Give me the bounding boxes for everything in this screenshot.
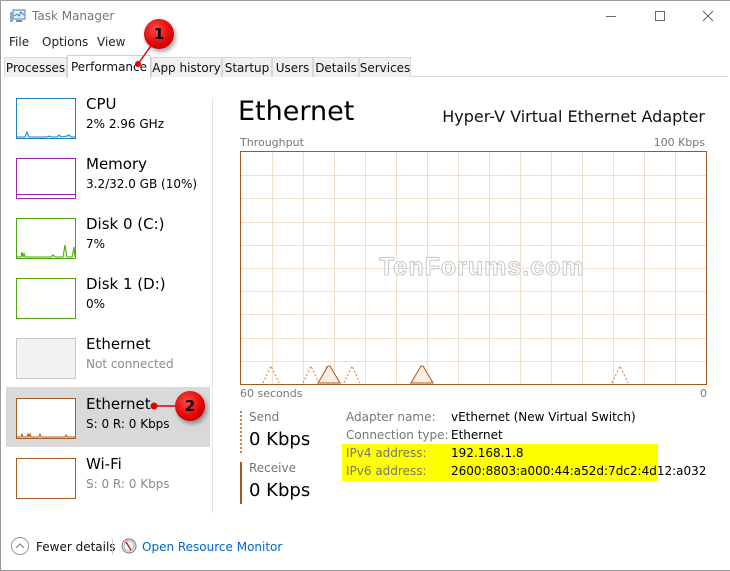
task-manager-window: Task Manager File Options View Processes… [0, 0, 730, 571]
callout-1: 1 [144, 19, 174, 49]
callout-2: 2 [175, 391, 205, 421]
callout-leaders [135, 42, 176, 410]
